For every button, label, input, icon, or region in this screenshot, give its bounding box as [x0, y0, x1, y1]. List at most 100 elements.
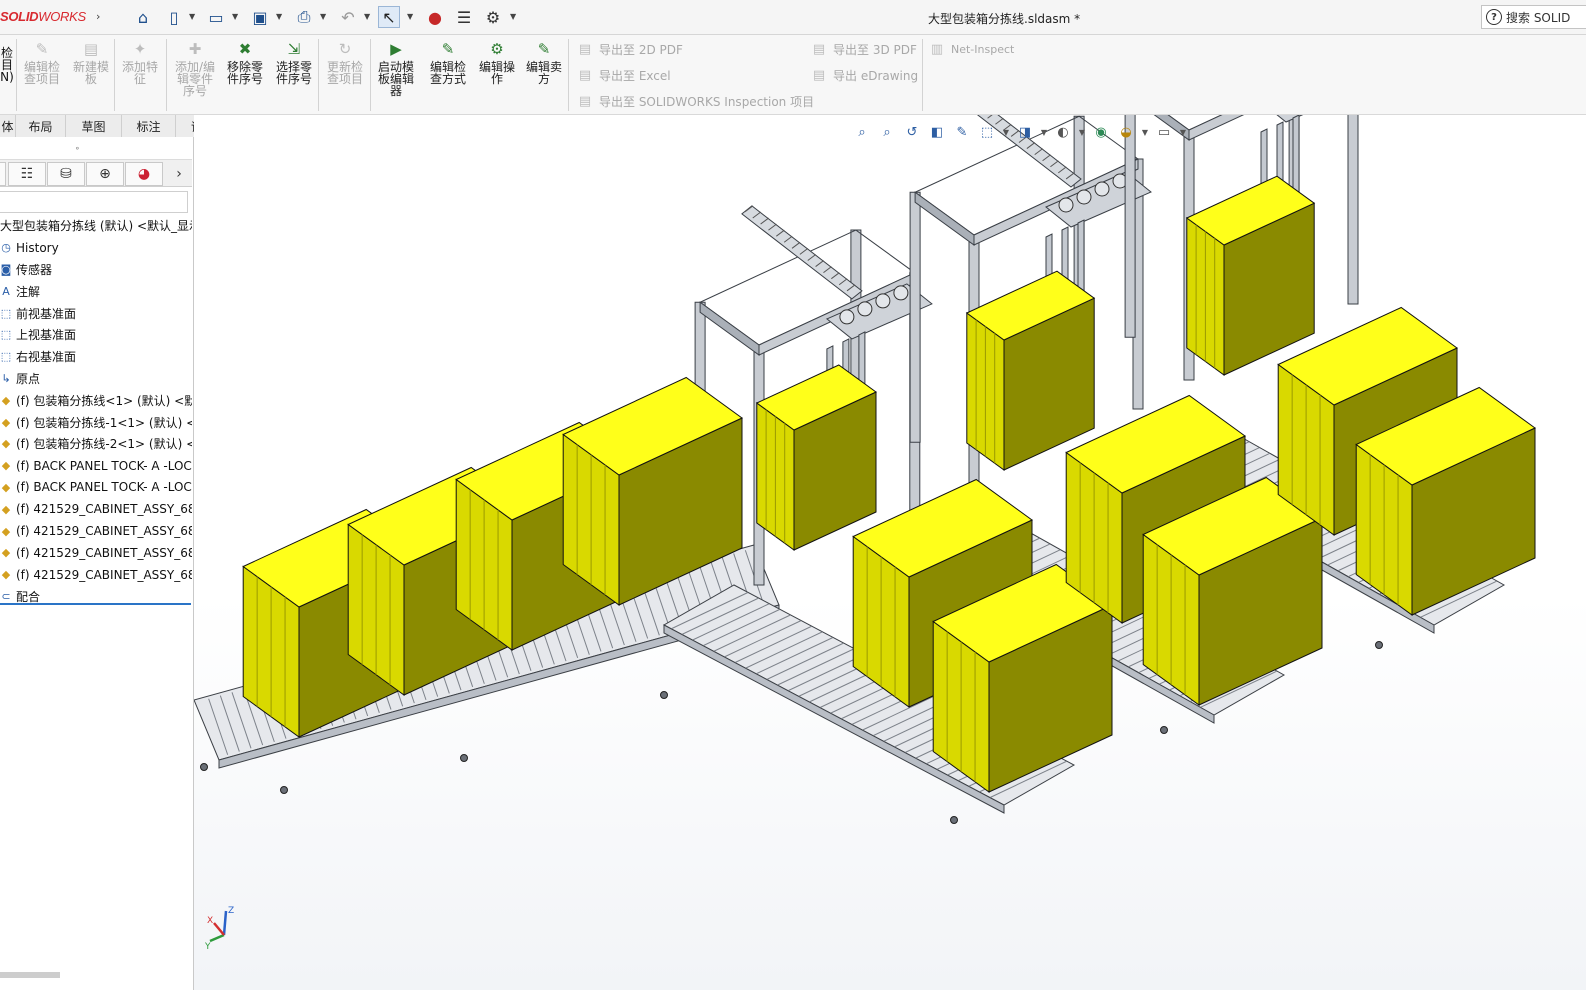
ribbon-button-7[interactable]: ▶ 启动模 板编辑 器 — [372, 39, 420, 98]
sorter-frame-2-gear — [1094, 181, 1110, 197]
tab-1[interactable]: 布局 — [16, 115, 66, 137]
tree-item-label: 上视基准面 — [16, 328, 77, 343]
tab-0[interactable]: 体 — [0, 115, 16, 137]
view-orientation-dropdown-icon[interactable]: ▼ — [1001, 122, 1011, 142]
tree-item[interactable]: ◆ (f) 包装箱分拣线-1<1> (默认) <默 — [0, 411, 192, 433]
tab-2[interactable]: 草图 — [66, 115, 122, 137]
view-orientation-icon[interactable]: ⬚ — [976, 122, 998, 142]
undo-dropdown-icon[interactable]: ▼ — [364, 12, 370, 21]
apply-scene-dropdown-icon[interactable]: ▼ — [1140, 122, 1150, 142]
ribbon-button-label: 编辑检 查方式 — [429, 60, 466, 86]
tree-item[interactable]: ◙ 传感器 — [0, 259, 192, 281]
plane-icon: ⬚ — [0, 350, 12, 364]
home-icon[interactable]: ⌂ — [132, 6, 154, 28]
tree-item[interactable]: ⬚ 上视基准面 — [0, 324, 192, 346]
view-settings-icon[interactable]: ▭ — [1153, 122, 1175, 142]
tab-3[interactable]: 标注 — [122, 115, 176, 137]
ribbon-button-6[interactable]: ↻ 更新检 查项目 — [322, 39, 368, 86]
display-manager-tab[interactable]: ◕ — [125, 162, 163, 186]
ribbon-button-0[interactable]: ✎ 编辑检 查项目 — [20, 39, 64, 86]
new-dropdown-icon[interactable]: ▼ — [189, 12, 195, 21]
assembly-3d-scene[interactable] — [194, 115, 1586, 990]
options-gear-icon[interactable]: ⚙ — [482, 6, 504, 28]
save-dropdown-icon[interactable]: ▼ — [276, 12, 282, 21]
net-inspect-button[interactable]: ▥ Net-Inspect — [929, 41, 1015, 57]
tree-item[interactable]: ◆ (f) BACK PANEL TOCK- A -LOC — [0, 455, 192, 477]
ribbon-button-10[interactable]: ✎ 编辑卖 方 — [522, 39, 566, 86]
panel-horizontal-scrollbar[interactable] — [0, 972, 60, 978]
panel-grip-icon[interactable]: ⚬ — [74, 144, 81, 153]
display-style-dropdown-icon[interactable]: ▼ — [1039, 122, 1049, 142]
menu-expand-icon[interactable]: › — [96, 10, 100, 23]
open-folder-icon[interactable]: ▭ — [205, 6, 227, 28]
tree-item-label: (f) 包装箱分拣线-1<1> (默认) <默 — [16, 415, 192, 430]
tree-item[interactable]: ◆ (f) 421529_CABINET_ASSY_68-6 — [0, 542, 192, 564]
undo-icon[interactable]: ↶ — [337, 6, 359, 28]
print-icon[interactable]: ⎙ — [293, 6, 315, 28]
tree-item[interactable]: ⬚ 右视基准面 — [0, 346, 192, 368]
export-inspection-project-button[interactable]: ▤ 导出至 SOLIDWORKS Inspection 项目 — [577, 93, 814, 110]
ribbon-button-3[interactable]: ✚ 添加/编 辑零件 序号 — [170, 39, 220, 98]
tree-item[interactable]: ◆ (f) 421529_CABINET_ASSY_68-5 — [0, 520, 192, 542]
edit-appearance-icon[interactable]: ◉ — [1090, 122, 1112, 142]
select-cursor-icon[interactable]: ↖ — [378, 6, 400, 28]
ribbon-button-8[interactable]: ✎ 编辑检 查方式 — [425, 39, 471, 86]
property-manager-tab[interactable]: ☷ — [8, 162, 46, 186]
zoom-to-area-icon[interactable]: ⌕ — [876, 122, 898, 142]
zoom-to-fit-icon[interactable]: ⌕ — [851, 122, 873, 142]
ribbon-button-1[interactable]: ▤ 新建模 板 — [68, 39, 114, 86]
ribbon-separator — [568, 39, 569, 111]
tree-item[interactable]: ◆ (f) BACK PANEL TOCK- A -LOC — [0, 477, 192, 499]
print-dropdown-icon[interactable]: ▼ — [320, 12, 326, 21]
graphics-viewport[interactable]: ⌕ ⌕ ↺ ◧ ✎ ⬚ ▼ ◨ ▼ ◐ ▼ ◉ ◒ ▼ ▭ ▼ Z Y X — [194, 115, 1586, 990]
open-dropdown-icon[interactable]: ▼ — [232, 12, 238, 21]
tree-item[interactable]: ↳ 原点 — [0, 368, 192, 390]
tree-root-assembly[interactable]: 大型包装箱分拣线 (默认) <默认_显示 — [0, 215, 192, 237]
section-view-icon[interactable]: ◧ — [926, 122, 948, 142]
options-dropdown-icon[interactable]: ▼ — [510, 12, 516, 21]
panel-more-tabs[interactable]: › — [167, 162, 191, 186]
view-settings-dropdown-icon[interactable]: ▼ — [1178, 122, 1188, 142]
tree-item[interactable]: ◆ (f) 包装箱分拣线-2<1> (默认) <默 — [0, 433, 192, 455]
part-icon: ◆ — [1, 415, 11, 429]
tree-item[interactable]: ◆ (f) 421529_CABINET_ASSY_68-4 — [0, 498, 192, 520]
tree-item-label: 右视基准面 — [16, 350, 77, 365]
save-icon[interactable]: ▣ — [249, 6, 271, 28]
dimxpert-tab[interactable]: ⊕ — [86, 162, 124, 186]
hide-show-items-icon[interactable]: ◐ — [1052, 122, 1074, 142]
ribbon-button-4[interactable]: ✖ 移除零 件序号 — [222, 39, 268, 86]
edit-inspection-icon: ✎ — [35, 40, 49, 58]
solidworks-logo[interactable]: SOLIDWORKS — [0, 9, 86, 24]
tree-filter-input[interactable] — [0, 191, 188, 213]
export-2d-pdf-button[interactable]: ▤ 导出至 2D PDF — [577, 41, 683, 58]
export-3d-pdf-button[interactable]: ▤ 导出至 3D PDF — [811, 41, 917, 58]
hide-show-dropdown-icon[interactable]: ▼ — [1077, 122, 1087, 142]
new-document-icon[interactable]: ▯ — [163, 6, 185, 28]
file-properties-icon[interactable]: ☰ — [453, 6, 475, 28]
search-input[interactable]: ? 搜索 SOLID — [1481, 5, 1586, 29]
rebuild-traffic-light-icon[interactable]: ● — [424, 6, 446, 28]
configuration-manager-tab[interactable]: ⛁ — [47, 162, 85, 186]
tree-item[interactable]: ◆ (f) 421529_CABINET_ASSY_68-7 — [0, 564, 192, 586]
ribbon-button-9[interactable]: ⚙ 编辑操 作 — [474, 39, 520, 86]
plane-icon: ⬚ — [0, 306, 12, 320]
export-edrawing-button[interactable]: ▤ 导出 eDrawing — [811, 67, 918, 84]
tree-item[interactable]: ⬚ 前视基准面 — [0, 302, 192, 324]
ribbon-button-label: 添加特 征 — [121, 60, 158, 86]
tree-item[interactable]: ◆ (f) 包装箱分拣线<1> (默认) <默认 — [0, 389, 192, 411]
apply-scene-icon[interactable]: ◒ — [1115, 122, 1137, 142]
export-excel-button[interactable]: ▤ 导出至 Excel — [577, 67, 671, 84]
ribbon-button-5[interactable]: ⇲ 选择零 件序号 — [271, 39, 317, 86]
ribbon-button-2[interactable]: ✦ 添加特 征 — [117, 39, 163, 86]
display-style-icon[interactable]: ◨ — [1014, 122, 1036, 142]
dynamic-annotation-icon[interactable]: ✎ — [951, 122, 973, 142]
tree-item[interactable]: A 注解 — [0, 280, 192, 302]
previous-view-icon[interactable]: ↺ — [901, 122, 923, 142]
edit-operation-icon: ⚙ — [490, 40, 504, 58]
select-dropdown-icon[interactable]: ▼ — [407, 12, 413, 21]
ribbon-partial-button[interactable]: 检 目 N) — [0, 47, 14, 83]
tree-item[interactable]: ◷ History — [0, 237, 192, 259]
property-list-icon: ☷ — [20, 166, 34, 182]
feature-tree-tab[interactable] — [0, 162, 6, 186]
export-excel-label: 导出至 Excel — [599, 69, 671, 83]
